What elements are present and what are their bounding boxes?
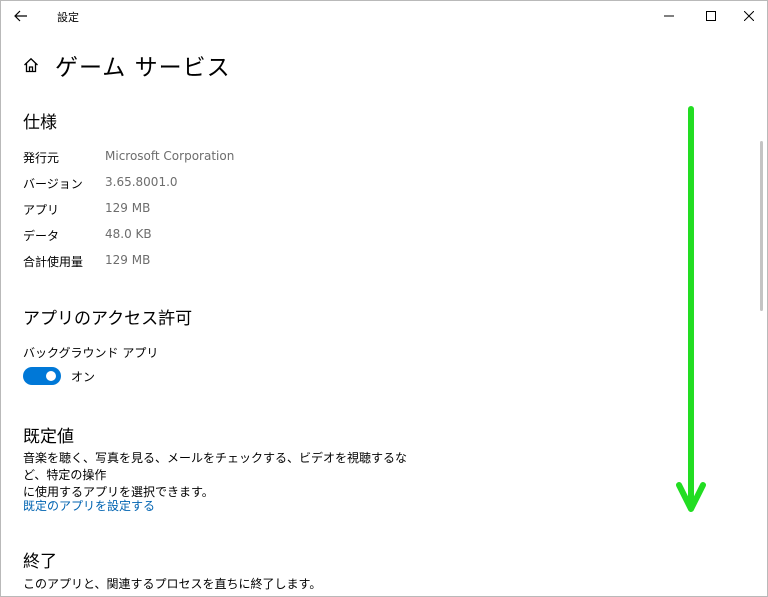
spec-row-app-size: アプリ 129 MB [23,201,150,218]
close-button[interactable] [726,1,767,31]
defaults-description-line1: 音楽を聴く、写真を見る、メールをチェックする、ビデオを視聴するなど、特定の操作 [23,451,408,482]
spec-label: アプリ [23,203,60,217]
terminate-heading: 終了 [23,552,57,572]
minimize-button[interactable] [646,1,692,31]
spec-value: Microsoft Corporation [105,149,235,163]
specs-heading: 仕様 [23,113,57,133]
scroll-down-arrow-annotation [676,106,706,512]
close-icon [744,11,754,21]
settings-window: 設定 ゲーム サービス 仕様 発行元 Microsoft Corporation… [0,0,768,597]
page-header: ゲーム サービス [21,49,231,81]
toggle-knob [46,371,56,381]
spec-label: 合計使用量 [23,255,84,269]
set-default-apps-link[interactable]: 既定のアプリを設定する [23,497,155,514]
terminate-description: このアプリと、関連するプロセスを直ちに終了します。 [23,577,322,591]
permissions-heading: アプリのアクセス許可 [23,309,193,329]
spec-value: 129 MB [105,201,151,215]
page-title: ゲーム サービス [55,55,231,81]
toggle-state-label: オン [71,369,96,384]
back-arrow-icon [14,10,27,22]
background-app-toggle-row: オン [23,367,95,385]
background-app-toggle[interactable] [23,367,61,385]
title-bar: 設定 [1,1,767,31]
spec-row-total-usage: 合計使用量 129 MB [23,253,150,270]
spec-value: 3.65.8001.0 [105,175,178,189]
defaults-heading: 既定値 [23,427,74,447]
spec-row-publisher: 発行元 Microsoft Corporation [23,149,234,166]
minimize-icon [664,15,674,17]
defaults-description: 音楽を聴く、写真を見る、メールをチェックする、ビデオを視聴するなど、特定の操作 … [23,450,423,501]
back-button[interactable] [9,5,33,27]
spec-row-data-size: データ 48.0 KB [23,227,152,244]
home-icon [24,57,38,73]
spec-label: データ [23,229,60,243]
spec-value: 129 MB [105,253,151,267]
scrollbar-thumb[interactable] [760,141,763,311]
spec-value: 48.0 KB [105,227,152,241]
home-button[interactable] [21,55,41,75]
spec-row-version: バージョン 3.65.8001.0 [23,175,178,192]
spec-label: バージョン [23,177,83,191]
maximize-icon [706,11,716,21]
spec-label: 発行元 [23,151,60,165]
window-title: 設定 [57,11,79,24]
background-app-label: バックグラウンド アプリ [23,346,159,360]
